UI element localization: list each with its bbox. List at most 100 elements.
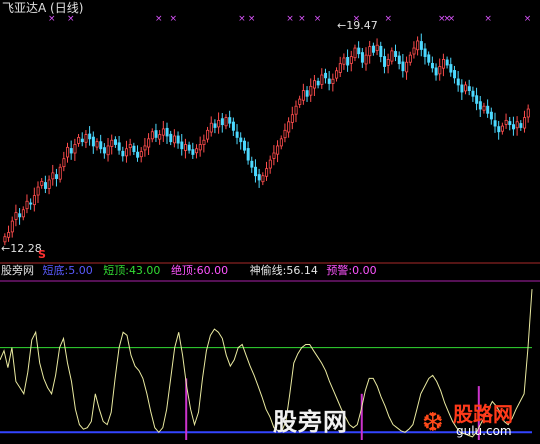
candle-body	[305, 90, 309, 97]
candle-body	[423, 48, 427, 57]
candle-body	[47, 179, 51, 189]
candle-body	[504, 119, 508, 125]
candle-body	[464, 84, 468, 92]
signal-marker: ×	[170, 14, 178, 24]
candle-body	[91, 136, 95, 147]
candle-body	[430, 62, 434, 69]
candle-body	[375, 44, 379, 51]
candle-body	[84, 134, 88, 143]
candle-body	[198, 144, 202, 151]
watermark-logo-text: 股路网	[453, 402, 513, 426]
candle-body	[371, 45, 375, 53]
candle-body	[235, 131, 239, 138]
candlestick-series[interactable]	[3, 33, 530, 246]
candle-body	[320, 74, 324, 85]
candle-body	[298, 98, 302, 105]
candle-body	[331, 78, 335, 84]
candle-body	[165, 127, 169, 137]
chart-title: 飞亚达A (日线)	[2, 1, 84, 15]
candle-body	[7, 232, 11, 238]
candle-body	[128, 144, 132, 149]
candle-body	[250, 160, 254, 168]
candle-body	[515, 121, 519, 129]
candle-body	[287, 121, 291, 133]
candle-body	[368, 46, 372, 57]
candle-body	[405, 61, 409, 73]
candle-body	[471, 90, 475, 97]
indicator-item-short-bottom: 短底:5.00	[42, 264, 93, 277]
candle-body	[73, 144, 77, 154]
candle-body	[143, 145, 147, 151]
candle-body	[254, 166, 258, 177]
candle-body	[99, 141, 103, 150]
candle-body	[32, 195, 36, 206]
candle-body	[453, 70, 457, 79]
signal-marker: ×	[524, 14, 532, 24]
watermark-logo-url: gulu.com	[456, 424, 512, 438]
candle-body	[191, 149, 195, 155]
stock-chart[interactable]: × × × × × × × × × × × ××× × ×	[0, 0, 540, 444]
low-price-value: 12.28	[10, 242, 42, 255]
candle-body	[228, 117, 232, 124]
candle-body	[29, 202, 33, 205]
candle-body	[132, 145, 136, 153]
candle-body	[512, 124, 516, 130]
candle-body	[58, 166, 62, 180]
candle-body	[242, 140, 246, 151]
candle-body	[324, 72, 328, 79]
candle-body	[257, 174, 261, 181]
high-price-value: 19.47	[346, 19, 378, 32]
candle-body	[357, 47, 361, 55]
candle-body	[301, 90, 305, 101]
candle-body	[390, 50, 394, 62]
low-price-label: ←12.28	[1, 242, 42, 255]
candle-body	[66, 146, 70, 158]
candle-body	[338, 63, 342, 73]
candle-body	[36, 186, 40, 196]
candle-body	[169, 133, 173, 143]
candle-body	[95, 141, 99, 148]
watermark-logo-flame-icon: ❆	[422, 408, 444, 438]
candle-body	[224, 117, 228, 127]
candle-body	[154, 130, 158, 138]
candle-body	[209, 122, 213, 133]
candle-body	[360, 52, 364, 63]
candle-body	[419, 41, 423, 50]
candle-body	[114, 139, 118, 145]
candle-body	[441, 58, 445, 69]
candle-body	[246, 148, 250, 161]
candle-body	[456, 78, 460, 86]
top-markers: × × × × × × × × × × × ××× × ×	[48, 14, 531, 24]
signal-marker: ×	[448, 14, 456, 24]
signal-marker: ×	[155, 14, 163, 24]
candle-body	[489, 111, 493, 120]
indicator-item-warning: 预警:0.00	[326, 264, 377, 277]
candle-body	[25, 200, 29, 210]
candle-body	[55, 174, 59, 179]
candle-body	[40, 180, 44, 186]
candle-body	[106, 145, 110, 156]
candle-body	[316, 80, 320, 86]
candle-body	[408, 54, 412, 63]
indicator-item-short-top: 短顶:43.00	[103, 264, 161, 277]
candle-body	[14, 212, 18, 220]
candle-body	[290, 114, 294, 123]
candle-body	[202, 139, 206, 145]
candle-body	[523, 117, 527, 129]
candle-body	[313, 80, 317, 89]
candle-body	[180, 141, 184, 150]
candle-body	[21, 209, 25, 218]
candle-body	[438, 66, 442, 75]
candle-body	[401, 61, 405, 72]
indicator-header: 股旁网 短底:5.00 短顶:43.00 绝顶:60.00 神偷线:56.14 …	[1, 264, 377, 277]
candle-body	[486, 105, 490, 114]
signal-marker: ×	[384, 14, 392, 24]
signal-marker: ×	[48, 14, 56, 24]
candle-body	[327, 78, 331, 84]
signal-marker: ×	[238, 14, 246, 24]
candle-body	[217, 119, 221, 128]
signal-marker: ×	[286, 14, 294, 24]
candle-body	[364, 54, 368, 65]
candle-body	[136, 151, 140, 158]
candle-body	[69, 148, 73, 154]
